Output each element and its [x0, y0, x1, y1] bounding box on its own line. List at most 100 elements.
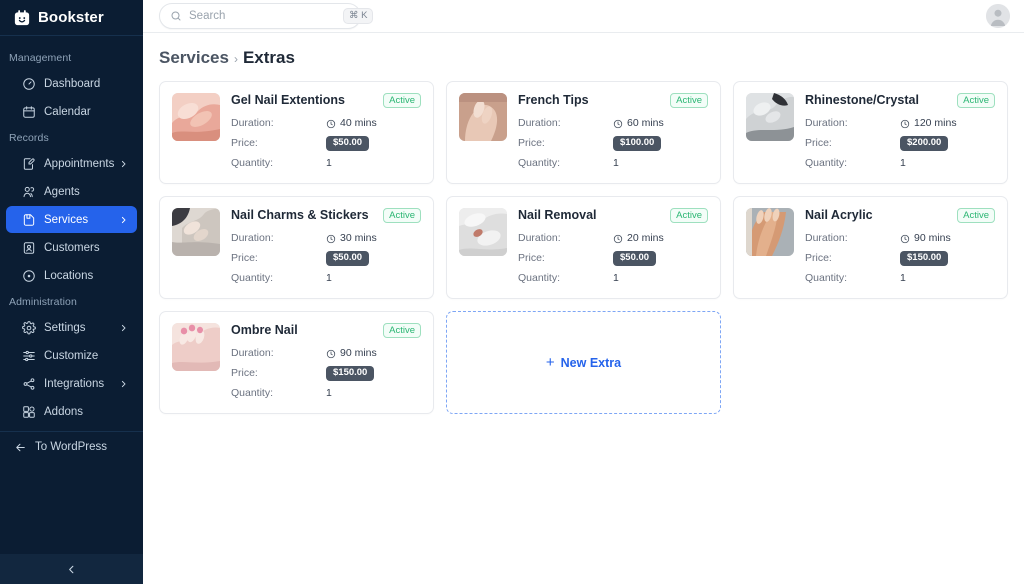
quantity-label: Quantity:	[231, 272, 274, 284]
quantity-value: 1	[613, 272, 619, 284]
chevron-right-icon	[121, 216, 126, 223]
share-nodes-icon	[22, 377, 44, 391]
search-box[interactable]: ⌘ K	[159, 3, 374, 29]
extra-title: Nail Acrylic	[805, 208, 873, 222]
extra-card[interactable]: Nail Removal Active Duration: 20 mins Pr…	[446, 196, 721, 299]
quantity-label: Quantity:	[231, 157, 274, 169]
duration-value: 40 mins	[340, 117, 377, 129]
brand[interactable]: Bookster	[0, 0, 143, 36]
extra-details: Duration: 60 mins Price: $100.00 Quantit…	[518, 116, 708, 171]
status-badge: Active	[670, 208, 708, 223]
duration-value: 90 mins	[914, 232, 951, 244]
nail-photo-french	[459, 93, 507, 141]
extra-title: Gel Nail Extentions	[231, 93, 345, 107]
sidebar-section-administration: Administration	[9, 296, 77, 308]
users-icon	[22, 185, 44, 199]
user-avatar-icon	[986, 4, 1010, 28]
extra-thumbnail	[459, 208, 507, 256]
sidebar-item-settings[interactable]: Settings	[6, 314, 137, 341]
clock-icon	[613, 119, 623, 128]
avatar[interactable]	[986, 4, 1010, 28]
breadcrumb-parent[interactable]: Services	[159, 48, 229, 68]
duration-value: 60 mins	[627, 117, 664, 129]
duration-label: Duration:	[518, 117, 561, 129]
plus-icon: +	[545, 354, 555, 371]
sidebar-item-services[interactable]: Services	[6, 206, 137, 233]
sidebar-section-management: Management	[9, 52, 72, 64]
quantity-label: Quantity:	[231, 387, 274, 399]
search-input[interactable]	[189, 10, 343, 22]
quantity-value: 1	[613, 157, 619, 169]
duration-value-wrap: 30 mins	[326, 231, 421, 246]
duration-value: 120 mins	[914, 117, 957, 129]
duration-label: Duration:	[805, 232, 848, 244]
clock-icon	[613, 234, 623, 243]
extra-card-header: Gel Nail Extentions Active	[231, 93, 421, 108]
extra-card[interactable]: French Tips Active Duration: 60 mins Pri…	[446, 81, 721, 184]
duration-label: Duration:	[231, 117, 274, 129]
sidebar-item-addons[interactable]: Addons	[6, 398, 137, 425]
sidebar-item-agents[interactable]: Agents	[6, 178, 137, 205]
breadcrumb-separator: ›	[233, 52, 238, 66]
main-area: ⌘ K Services › Extras	[143, 0, 1024, 584]
sidebar-item-label: Agents	[44, 185, 80, 198]
id-card-icon	[22, 241, 44, 255]
calendar-smile-icon	[13, 9, 31, 27]
sidebar-item-label: Customize	[44, 349, 99, 362]
extra-thumbnail	[172, 323, 220, 371]
extra-card[interactable]: Nail Acrylic Active Duration: 90 mins Pr…	[733, 196, 1008, 299]
nail-photo-rhinestone	[746, 93, 794, 141]
sidebar-item-integrations[interactable]: Integrations	[6, 370, 137, 397]
extra-thumbnail	[172, 93, 220, 141]
nail-photo-ombre	[172, 323, 220, 371]
note-edit-icon	[22, 157, 44, 171]
sidebar-item-label: Customers	[44, 241, 100, 254]
price-value-wrap: $50.00	[326, 136, 421, 151]
extra-card-header: Nail Removal Active	[518, 208, 708, 223]
extra-title: French Tips	[518, 93, 589, 107]
sidebar-item-dashboard[interactable]: Dashboard	[6, 70, 137, 97]
price-label: Price:	[231, 137, 258, 149]
extra-card[interactable]: Rhinestone/Crystal Active Duration: 120 …	[733, 81, 1008, 184]
extra-title: Nail Removal	[518, 208, 597, 222]
duration-label: Duration:	[231, 232, 274, 244]
extra-card-header: French Tips Active	[518, 93, 708, 108]
sidebar-item-locations[interactable]: Locations	[6, 262, 137, 289]
sidebar-collapse-button[interactable]	[0, 554, 143, 584]
price-badge: $150.00	[326, 366, 375, 381]
duration-label: Duration:	[805, 117, 848, 129]
blocks-icon	[22, 405, 44, 419]
extra-card-body: French Tips Active Duration: 60 mins Pri…	[518, 93, 708, 171]
sidebar-item-customers[interactable]: Customers	[6, 234, 137, 261]
save-box-icon	[22, 213, 44, 227]
price-label: Price:	[805, 137, 832, 149]
brand-name: Bookster	[38, 9, 104, 26]
duration-value-wrap: 120 mins	[900, 116, 995, 131]
extra-card[interactable]: Ombre Nail Active Duration: 90 mins Pric…	[159, 311, 434, 414]
extra-thumbnail	[172, 208, 220, 256]
extra-card-body: Nail Acrylic Active Duration: 90 mins Pr…	[805, 208, 995, 286]
sidebar-item-customize[interactable]: Customize	[6, 342, 137, 369]
sidebar-item-to-wordpress[interactable]: To WordPress	[0, 432, 143, 462]
duration-value: 20 mins	[627, 232, 664, 244]
extra-card-header: Ombre Nail Active	[231, 323, 421, 338]
new-extra-button[interactable]: + New Extra	[446, 311, 721, 414]
sidebar-item-calendar[interactable]: Calendar	[6, 98, 137, 125]
extra-title: Ombre Nail	[231, 323, 298, 337]
extra-title: Rhinestone/Crystal	[805, 93, 919, 107]
extra-details: Duration: 40 mins Price: $50.00 Quantity…	[231, 116, 421, 171]
sidebar-item-appointments[interactable]: Appointments	[6, 150, 137, 177]
quantity-value: 1	[326, 387, 332, 399]
app-root: Bookster Management Dashboard Calendar R…	[0, 0, 1024, 584]
chevron-left-icon	[69, 565, 74, 573]
price-label: Price:	[231, 367, 258, 379]
chevron-right-icon	[121, 160, 126, 167]
extra-details: Duration: 120 mins Price: $200.00 Quanti…	[805, 116, 995, 171]
price-value-wrap: $50.00	[326, 251, 421, 266]
status-badge: Active	[383, 208, 421, 223]
extra-card[interactable]: Nail Charms & Stickers Active Duration: …	[159, 196, 434, 299]
search-shortcut-badge: ⌘ K	[343, 8, 374, 24]
content: Services › Extras Gel Nail Extentions Ac…	[143, 33, 1024, 584]
extra-card[interactable]: Gel Nail Extentions Active Duration: 40 …	[159, 81, 434, 184]
sliders-icon	[22, 349, 44, 363]
